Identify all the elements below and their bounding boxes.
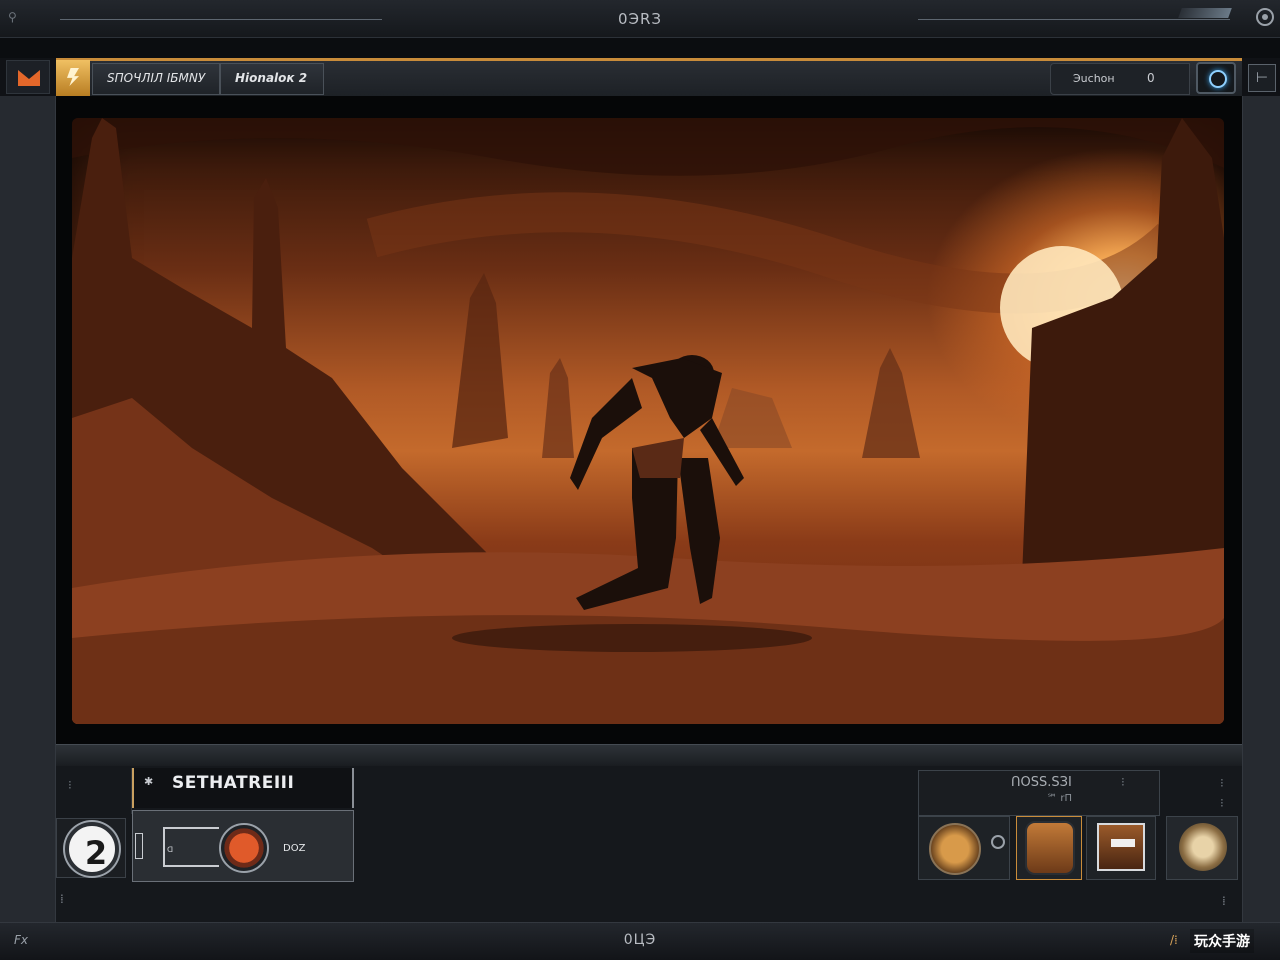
hud-right-top: ⁝ ⁝ [1166, 770, 1238, 816]
side-panel-button[interactable]: ⊢ [1248, 64, 1276, 92]
left-rail [0, 96, 56, 922]
level-badge[interactable]: 2 [56, 818, 126, 878]
status-right-mark: /⁞ [1170, 933, 1178, 947]
ability-panel[interactable]: ᗡ DOZ [132, 810, 354, 882]
skill-title-panel: ✱ SETHATRЕIII [132, 768, 354, 808]
skill-title: SETHATRЕIII [172, 773, 295, 793]
emblem-icon [1179, 823, 1227, 871]
inventory-slot-4[interactable] [1166, 816, 1238, 880]
status-panel: ՈOSS.SЗI ℠ rП ⁝ [918, 770, 1160, 816]
inventory-slot-1[interactable] [918, 816, 1010, 880]
ability-small-label: ᗡ [167, 845, 174, 854]
toolbar-option-value: 0 [1147, 71, 1155, 85]
title-rule-left [60, 19, 382, 20]
ability-label: DOZ [283, 843, 306, 854]
status-center-label: 0ЦЭ [623, 932, 657, 948]
hud-left-bottom-mark: ⁞ [60, 892, 64, 906]
level-number: 2 [84, 834, 108, 872]
status-subtext: ℠ rП [1047, 793, 1073, 804]
viewport-divider [56, 744, 1242, 766]
game-viewport[interactable] [72, 118, 1224, 724]
menu-icon[interactable]: ⚲ [8, 10, 22, 28]
status-text: ՈOSS.SЗI [1011, 775, 1072, 790]
status-bar: Fx 0ЦЭ /⁞ 玩众手游 [0, 922, 1280, 960]
hud-right-mark-2: ⁝ [1220, 796, 1224, 810]
hud-left-top: ⁝ [56, 768, 132, 814]
title-bar: ⚲ 0ЭRЗ [0, 0, 1280, 38]
status-mark: ⁝ [1121, 775, 1125, 789]
hud-right-mark: ⁝ [1220, 776, 1224, 790]
game-window: ⚲ 0ЭRЗ SПOЧЛІЛ IБMNУ Нionalок 2 Эuchон 0… [0, 0, 1280, 960]
toolbar-option[interactable]: Эuchон 0 [1050, 63, 1190, 95]
status-left-label: Fx [14, 933, 29, 947]
tab-secondary[interactable]: Нionalок 2 [220, 63, 324, 95]
bolt-icon[interactable] [56, 60, 90, 96]
title-gap [0, 38, 1280, 58]
window-title: 0ЭRЗ [617, 10, 663, 28]
tab-primary[interactable]: SПOЧЛІЛ IБMNУ [92, 63, 220, 95]
ability-chip [135, 833, 143, 859]
camera-button[interactable] [1196, 62, 1236, 94]
crate-icon [1097, 823, 1145, 871]
desert-scene [72, 118, 1224, 724]
ability-gauge-icon [219, 823, 269, 873]
orb-icon [929, 823, 981, 875]
right-rail [1242, 96, 1280, 922]
title-grip [1178, 8, 1232, 18]
inventory-slot-2[interactable] [1016, 816, 1082, 880]
shield-icon [1025, 821, 1075, 875]
app-mail-icon[interactable] [6, 60, 50, 94]
hud-right-bottom-mark: ⁞ [1222, 894, 1226, 908]
hud-left-mark: ⁝ [68, 778, 72, 792]
title-rule-right [918, 19, 1230, 20]
inventory-slot-3[interactable] [1086, 816, 1156, 880]
toolbar-option-label: Эuchон [1073, 72, 1115, 85]
power-icon[interactable] [1256, 8, 1274, 26]
skill-star-icon: ✱ [144, 775, 154, 788]
ring-icon [991, 835, 1005, 849]
watermark: 玩众手游 [1190, 929, 1254, 953]
level-circle: 2 [65, 822, 119, 876]
